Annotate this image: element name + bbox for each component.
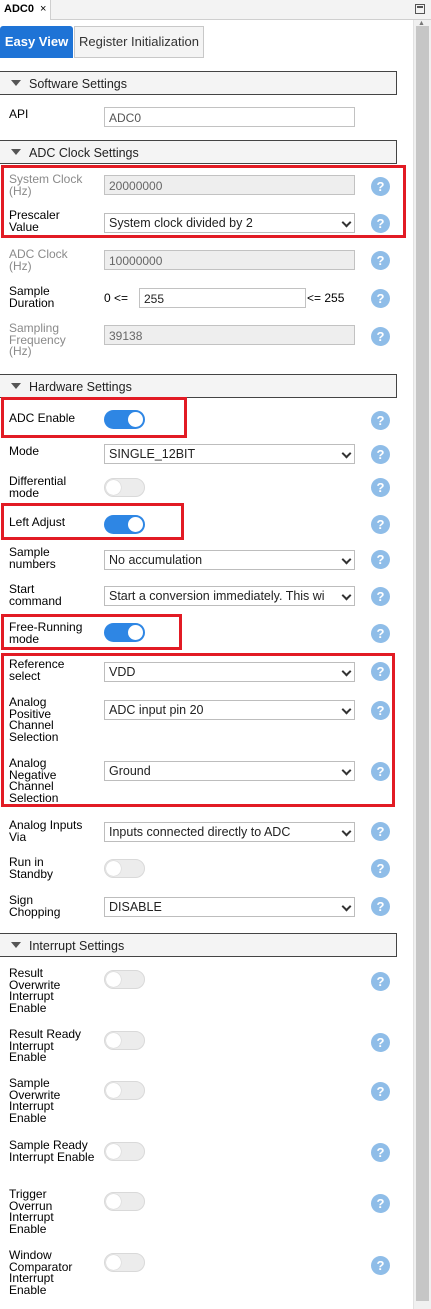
help-icon[interactable]: ?	[371, 478, 390, 497]
highlight-box-clock	[1, 165, 406, 238]
help-icon[interactable]: ?	[371, 859, 390, 878]
tab-register-initialization[interactable]: Register Initialization	[74, 26, 204, 58]
run-in-standby-toggle[interactable]	[104, 859, 145, 878]
analog-inputs-via-select[interactable]: Inputs connected directly to ADC	[104, 822, 355, 842]
section-title: Software Settings	[29, 77, 127, 91]
editor-tab-strip: ADC0 ×	[0, 0, 431, 20]
section-title: ADC Clock Settings	[29, 146, 139, 160]
collapse-caret-icon	[11, 149, 21, 155]
tab-easy-view[interactable]: Easy View	[0, 26, 73, 58]
sample-ready-label: Sample Ready Interrupt Enable	[9, 1138, 95, 1164]
run-in-standby-label: Run in Standby	[9, 855, 54, 881]
trigger-overrun-toggle[interactable]	[104, 1192, 145, 1211]
section-interrupt-settings[interactable]: Interrupt Settings	[0, 933, 397, 957]
chevron-down-icon	[341, 901, 352, 912]
sampling-frequency-field: 39138	[104, 325, 355, 345]
sample-duration-input[interactable]: 255	[139, 288, 306, 308]
vertical-scrollbar[interactable]: ▲	[413, 20, 431, 1309]
help-icon[interactable]: ?	[371, 1143, 390, 1162]
sampling-frequency-label: Sampling Frequency (Hz)	[9, 321, 66, 358]
sample-ready-toggle[interactable]	[104, 1142, 145, 1161]
help-icon[interactable]: ?	[371, 1256, 390, 1275]
api-field[interactable]: ADC0	[104, 107, 355, 127]
help-icon[interactable]: ?	[371, 1194, 390, 1213]
window-comparator-label: Window Comparator Interrupt Enable	[9, 1248, 73, 1297]
section-software-settings[interactable]: Software Settings	[0, 71, 397, 95]
sample-duration-min: 0 <=	[104, 291, 129, 305]
section-title: Hardware Settings	[29, 380, 132, 394]
section-hardware-settings[interactable]: Hardware Settings	[0, 374, 397, 398]
highlight-box-adc-enable	[1, 397, 187, 438]
close-icon[interactable]: ×	[40, 3, 46, 15]
api-label: API	[9, 107, 29, 121]
sign-chopping-selected-value: DISABLE	[109, 900, 162, 914]
help-icon[interactable]: ?	[371, 445, 390, 464]
mode-label: Mode	[9, 444, 40, 458]
result-overwrite-label: Result Overwrite Interrupt Enable	[9, 966, 61, 1015]
trigger-overrun-label: Trigger Overrun Interrupt Enable	[9, 1187, 54, 1236]
differential-mode-toggle[interactable]	[104, 478, 145, 497]
chevron-down-icon	[341, 826, 352, 837]
differential-mode-label: Differential mode	[9, 474, 67, 500]
help-icon[interactable]: ?	[371, 327, 390, 346]
start-command-label: Start command	[9, 582, 62, 608]
start-command-select[interactable]: Start a conversion immediately. This wi	[104, 586, 355, 606]
highlight-box-left-adjust	[1, 503, 184, 540]
help-icon[interactable]: ?	[371, 1033, 390, 1052]
adc-clock-field: 10000000	[104, 250, 355, 270]
help-icon[interactable]: ?	[371, 822, 390, 841]
result-ready-label: Result Ready Interrupt Enable	[9, 1027, 82, 1064]
help-icon[interactable]: ?	[371, 251, 390, 270]
section-title: Interrupt Settings	[29, 939, 125, 953]
highlight-box-free-running	[1, 614, 182, 650]
collapse-caret-icon	[11, 383, 21, 389]
help-icon[interactable]: ?	[371, 624, 390, 643]
help-icon[interactable]: ?	[371, 587, 390, 606]
chevron-down-icon	[341, 448, 352, 459]
window-comparator-toggle[interactable]	[104, 1253, 145, 1272]
analog-inputs-via-selected-value: Inputs connected directly to ADC	[109, 825, 291, 839]
help-icon[interactable]: ?	[371, 411, 390, 430]
chevron-down-icon	[341, 554, 352, 565]
mode-selected-value: SINGLE_12BIT	[109, 447, 196, 461]
collapse-caret-icon	[11, 942, 21, 948]
sample-numbers-selected-value: No accumulation	[109, 553, 203, 567]
mode-select[interactable]: SINGLE_12BIT	[104, 444, 355, 464]
start-command-selected-value: Start a conversion immediately. This wi	[109, 589, 325, 603]
sample-duration-max: <= 255	[307, 291, 345, 305]
sample-duration-label: Sample Duration	[9, 284, 55, 310]
help-icon[interactable]: ?	[371, 289, 390, 308]
sample-overwrite-label: Sample Overwrite Interrupt Enable	[9, 1076, 61, 1125]
section-adc-clock-settings[interactable]: ADC Clock Settings	[0, 140, 397, 164]
help-icon[interactable]: ?	[371, 972, 390, 991]
document-tab-adc0[interactable]: ADC0 ×	[0, 0, 52, 20]
restore-window-icon[interactable]	[415, 4, 425, 14]
highlight-box-channel-selection	[1, 653, 395, 807]
collapse-caret-icon	[11, 80, 21, 86]
sample-numbers-label: Sample numbers	[9, 545, 56, 571]
document-tab-title: ADC0	[4, 3, 34, 15]
result-ready-toggle[interactable]	[104, 1031, 145, 1050]
sample-numbers-select[interactable]: No accumulation	[104, 550, 355, 570]
help-icon[interactable]: ?	[371, 550, 390, 569]
help-icon[interactable]: ?	[371, 897, 390, 916]
help-icon[interactable]: ?	[371, 515, 390, 534]
scrollbar-thumb[interactable]	[416, 26, 429, 1301]
chevron-down-icon	[341, 590, 352, 601]
result-overwrite-toggle[interactable]	[104, 970, 145, 989]
sample-overwrite-toggle[interactable]	[104, 1081, 145, 1100]
sign-chopping-label: Sign Chopping	[9, 893, 61, 919]
adc-clock-label: ADC Clock (Hz)	[9, 247, 68, 273]
help-icon[interactable]: ?	[371, 1082, 390, 1101]
analog-inputs-via-label: Analog Inputs Via	[9, 818, 83, 844]
sign-chopping-select[interactable]: DISABLE	[104, 897, 355, 917]
